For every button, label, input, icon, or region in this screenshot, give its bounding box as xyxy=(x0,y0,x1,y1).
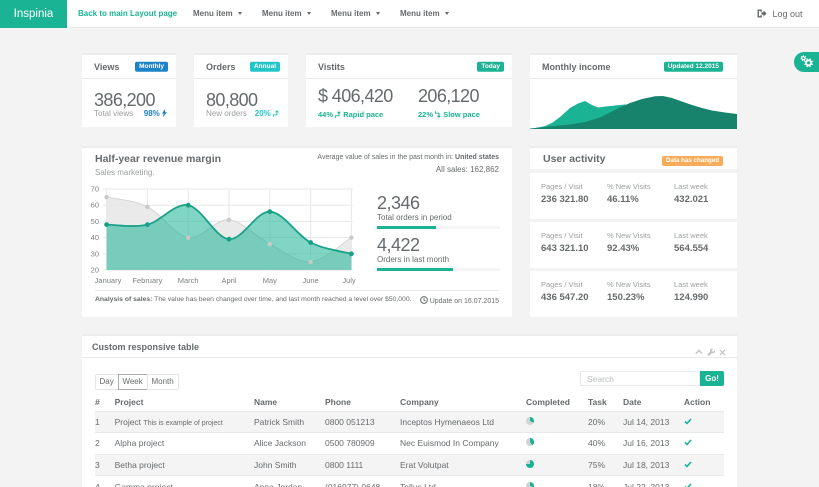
svg-text:30: 30 xyxy=(91,249,99,258)
svg-text:May: May xyxy=(263,276,277,285)
svg-text:February: February xyxy=(132,276,162,285)
svg-text:June: June xyxy=(302,276,318,285)
svg-text:50: 50 xyxy=(91,217,99,226)
svg-text:April: April xyxy=(221,276,236,285)
svg-text:60: 60 xyxy=(91,201,99,210)
svg-text:March: March xyxy=(178,276,199,285)
svg-text:July: July xyxy=(342,276,356,285)
svg-text:January: January xyxy=(95,276,122,285)
svg-text:20: 20 xyxy=(91,266,99,275)
svg-text:40: 40 xyxy=(91,233,99,242)
svg-text:70: 70 xyxy=(91,185,99,194)
